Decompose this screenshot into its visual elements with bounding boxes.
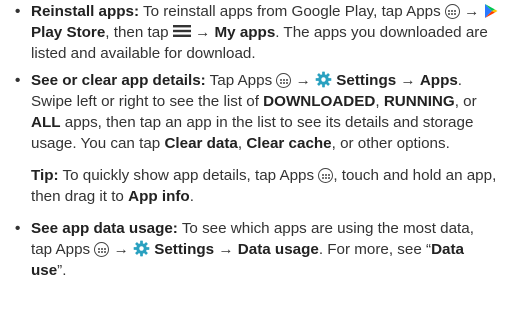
bullet: •	[15, 3, 21, 20]
text: →	[190, 24, 215, 41]
text: , or other options.	[331, 135, 450, 152]
tip-paragraph: Tip: To quickly show app details, tap Ap…	[14, 165, 505, 207]
all-label: ALL	[31, 114, 61, 131]
item-title: See app data usage:	[31, 220, 178, 237]
tip-label: Tip:	[31, 167, 59, 184]
my-apps-label: My apps	[214, 24, 276, 41]
text: To reinstall apps from Google Play, tap …	[139, 3, 445, 20]
apps-icon	[94, 242, 110, 257]
text: To quickly show app details, tap Apps	[58, 167, 319, 184]
text: →	[214, 241, 238, 258]
settings-gear-icon	[133, 240, 150, 257]
text: .	[189, 188, 194, 205]
text: ”.	[57, 262, 67, 279]
settings-gear-icon	[315, 71, 332, 88]
running-label: RUNNING	[383, 93, 455, 110]
text: , then tap	[105, 24, 173, 41]
list-item-app-details: • See or clear app details: Tap Apps → S…	[14, 70, 505, 154]
text: ,	[375, 93, 384, 110]
app-info-label: App info	[128, 188, 190, 205]
text: , or	[454, 93, 477, 110]
apps-label: Apps	[419, 72, 458, 89]
settings-label: Settings	[154, 241, 215, 258]
text: Tap Apps	[205, 72, 277, 89]
text: →	[459, 3, 484, 20]
text: →	[109, 241, 133, 258]
text: →	[291, 72, 316, 89]
item-title: See or clear app details:	[31, 72, 206, 89]
clear-data-label: Clear data	[164, 135, 238, 152]
play-store-label: Play Store	[31, 24, 106, 41]
bullet: •	[15, 220, 21, 237]
bullet: •	[15, 72, 21, 89]
apps-icon	[318, 168, 334, 183]
downloaded-label: DOWNLOADED	[263, 93, 376, 110]
document-page: • Reinstall apps: To reinstall apps from…	[0, 0, 505, 335]
apps-icon	[444, 4, 460, 19]
list-item-data-usage: • See app data usage: To see which apps …	[14, 218, 505, 281]
apps-icon	[276, 73, 292, 88]
text: →	[396, 72, 420, 89]
text: . For more, see “	[318, 241, 432, 258]
clear-cache-label: Clear cache	[246, 135, 332, 152]
menu-icon	[172, 25, 191, 37]
item-title: Reinstall apps:	[31, 3, 140, 20]
list-item-reinstall-apps: • Reinstall apps: To reinstall apps from…	[14, 1, 505, 64]
data-usage-label: Data usage	[237, 241, 319, 258]
settings-label: Settings	[336, 72, 397, 89]
play-store-icon	[484, 4, 498, 18]
